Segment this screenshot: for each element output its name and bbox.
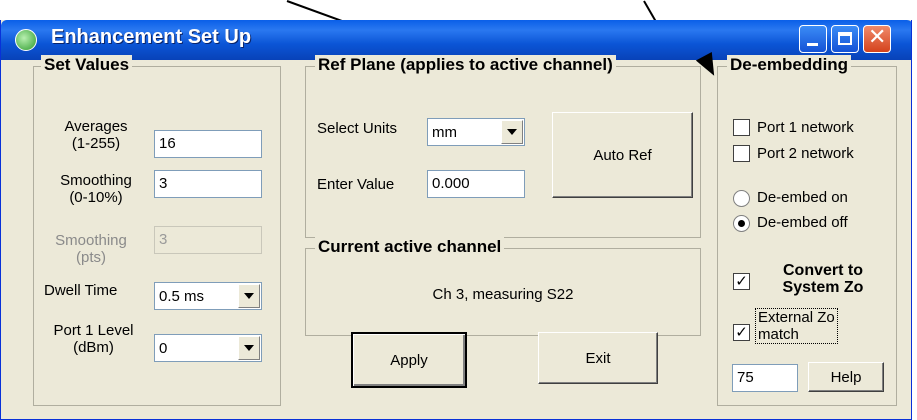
minimize-button[interactable] bbox=[799, 25, 827, 53]
port1-level-label: Port 1 Level (dBm) bbox=[41, 322, 146, 356]
dwell-time-label: Dwell Time bbox=[44, 282, 118, 299]
external-zo-label[interactable]: External Zo match bbox=[755, 308, 838, 344]
port1-network-checkbox[interactable] bbox=[733, 119, 750, 136]
de-embed-on-label[interactable]: De-embed on bbox=[757, 189, 848, 206]
de-embed-off-label[interactable]: De-embed off bbox=[757, 214, 848, 231]
close-icon: ✕ bbox=[868, 25, 887, 50]
set-values-legend: Set Values bbox=[41, 55, 133, 75]
close-button[interactable]: ✕ bbox=[863, 25, 891, 53]
smoothing-pct-input[interactable]: 3 bbox=[154, 170, 262, 198]
minimize-icon bbox=[807, 43, 818, 46]
title-bar[interactable]: Enhancement Set Up ✕ bbox=[1, 20, 911, 60]
averages-input[interactable]: 16 bbox=[154, 130, 262, 158]
exit-button[interactable]: Exit bbox=[538, 332, 658, 384]
convert-zo-label-text: Convert to System Zo bbox=[782, 262, 864, 296]
active-channel-text: Ch 3, measuring S22 bbox=[432, 286, 574, 303]
de-embedding-group bbox=[717, 66, 897, 406]
auto-ref-button[interactable]: Auto Ref bbox=[552, 112, 693, 198]
active-channel-legend: Current active channel bbox=[315, 237, 505, 257]
de-embedding-legend: De-embedding bbox=[727, 55, 852, 75]
port2-network-checkbox[interactable] bbox=[733, 145, 750, 162]
apply-button[interactable]: Apply bbox=[351, 332, 467, 388]
external-zo-checkbox[interactable]: ✓ bbox=[733, 324, 750, 341]
ref-plane-legend: Ref Plane (applies to active channel) bbox=[315, 55, 616, 75]
smoothing-pts-label-text: Smoothing (pts) bbox=[55, 232, 127, 266]
units-select[interactable]: mm bbox=[427, 118, 525, 146]
convert-zo-checkbox[interactable]: ✓ bbox=[733, 273, 750, 290]
maximize-button[interactable] bbox=[831, 25, 859, 53]
port1-level-value: 0 bbox=[159, 340, 168, 357]
chevron-down-icon[interactable] bbox=[501, 120, 523, 144]
zo-value-input[interactable]: 75 bbox=[732, 364, 798, 392]
port1-level-label-text: Port 1 Level (dBm) bbox=[53, 322, 134, 356]
smoothing-pts-label: Smoothing (pts) bbox=[41, 232, 141, 266]
enter-value-label: Enter Value bbox=[317, 176, 395, 193]
port1-network-label[interactable]: Port 1 network bbox=[757, 119, 854, 136]
convert-zo-label[interactable]: Convert to System Zo bbox=[755, 262, 891, 296]
de-embed-off-radio[interactable] bbox=[733, 215, 750, 232]
help-button[interactable]: Help bbox=[808, 362, 884, 392]
enter-value-input[interactable]: 0.000 bbox=[427, 170, 525, 198]
app-icon bbox=[15, 29, 37, 51]
chevron-down-icon[interactable] bbox=[238, 336, 260, 360]
port2-network-label[interactable]: Port 2 network bbox=[757, 145, 854, 162]
dwell-time-value: 0.5 ms bbox=[159, 288, 205, 305]
select-units-label: Select Units bbox=[317, 120, 398, 137]
external-zo-label-text: External Zo match bbox=[758, 309, 835, 343]
de-embed-on-radio[interactable] bbox=[733, 190, 750, 207]
window-title: Enhancement Set Up bbox=[51, 26, 252, 48]
units-value: mm bbox=[432, 124, 457, 141]
dialog-window: Enhancement Set Up ✕ Set Values Averages… bbox=[0, 20, 912, 420]
smoothing-pct-label-text: Smoothing (0-10%) bbox=[60, 172, 132, 206]
smoothing-pct-label: Smoothing (0-10%) bbox=[41, 172, 151, 206]
averages-label: Averages (1-255) bbox=[41, 118, 151, 152]
smoothing-pts-input: 3 bbox=[154, 226, 262, 254]
dwell-time-select[interactable]: 0.5 ms bbox=[154, 282, 262, 310]
chevron-down-icon[interactable] bbox=[238, 284, 260, 308]
averages-label-text: Averages (1-255) bbox=[64, 118, 128, 152]
port1-level-select[interactable]: 0 bbox=[154, 334, 262, 362]
maximize-icon bbox=[838, 32, 852, 45]
